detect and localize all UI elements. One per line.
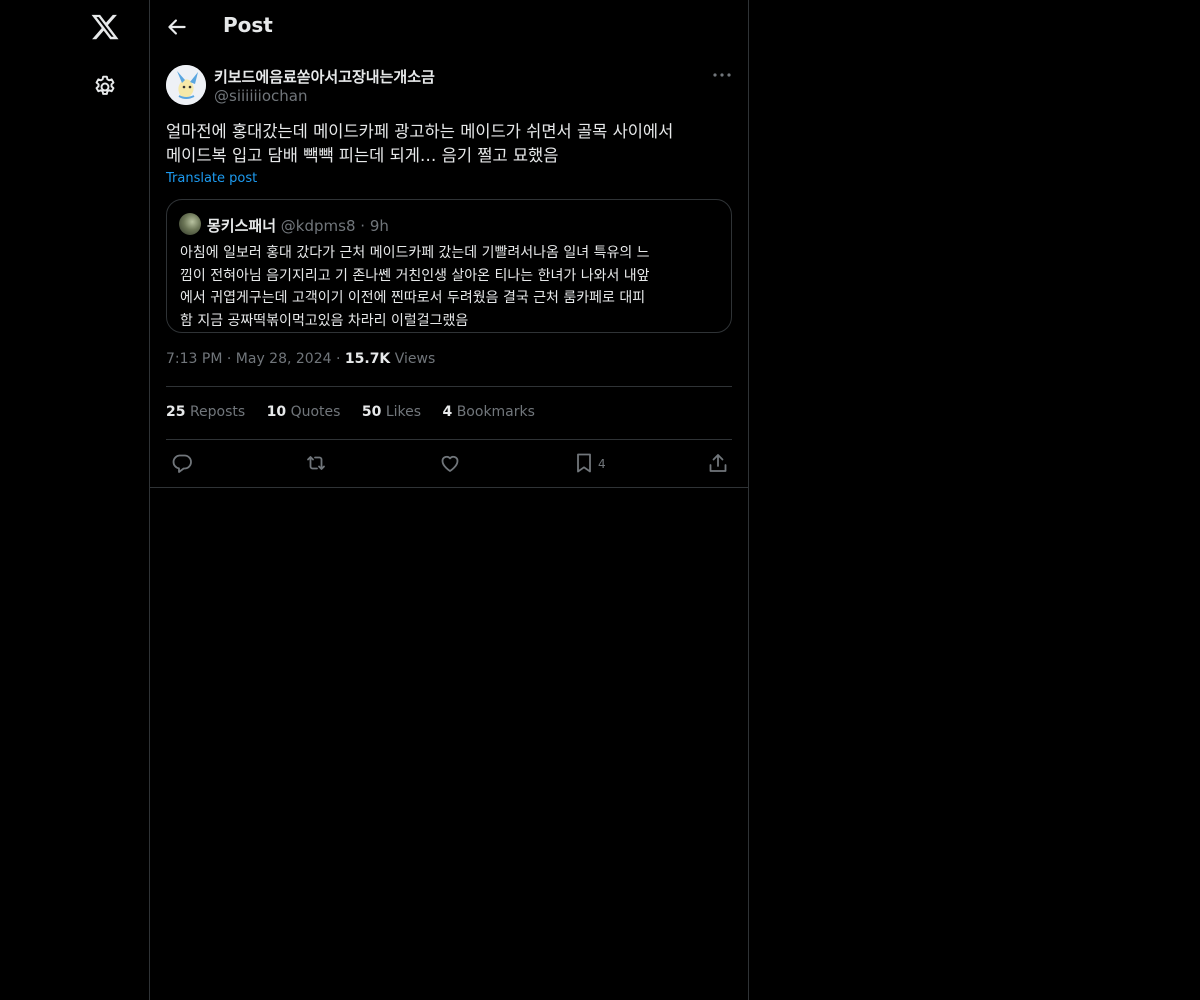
- x-logo-icon[interactable]: [90, 12, 120, 42]
- post-column: Post 키보드에음료쏟아서고장내는개소금 @siiiiiiochan 얼마전에…: [149, 0, 749, 1000]
- quoted-author-name: 몽키스패너: [207, 217, 277, 235]
- quoted-text-line: 아침에 일보러 홍대 갔다가 근처 메이드카페 갔는데 기빨려서나옴 일녀 특유…: [180, 245, 650, 261]
- meta-separator: ·: [335, 351, 341, 367]
- post-text-line: 얼마전에 홍대갔는데 메이드카페 광고하는 메이드가 쉬면서 골목 사이에서: [166, 122, 674, 141]
- bookmarks-count: 4: [442, 404, 453, 420]
- author-handle[interactable]: @siiiiiiochan: [214, 87, 307, 105]
- bookmark-count: 4: [598, 457, 606, 471]
- post-date[interactable]: May 28, 2024: [236, 351, 332, 367]
- share-icon[interactable]: [706, 451, 730, 475]
- likes-label: Likes: [385, 404, 422, 420]
- divider: [166, 439, 732, 440]
- post-text-line: 메이드복 입고 담배 빽빽 피는데 되게… 음기 쩔고 묘했음: [166, 146, 559, 165]
- quoted-text-line: 에서 귀엽게구는데 고객이기 이전에 찐따로서 두려웠음 결국 근처 룸카페로 …: [180, 290, 646, 306]
- like-icon[interactable]: [438, 451, 462, 475]
- page: Post 키보드에음료쏟아서고장내는개소금 @siiiiiiochan 얼마전에…: [0, 0, 1200, 1000]
- back-arrow-icon[interactable]: [164, 14, 190, 40]
- quoted-author-handle: @kdpms8: [280, 217, 356, 235]
- author-name[interactable]: 키보드에음료쏟아서고장내는개소금: [214, 66, 435, 87]
- post-text: 얼마전에 홍대갔는데 메이드카페 광고하는 메이드가 쉬면서 골목 사이에서 메…: [166, 120, 732, 168]
- likes-count: 50: [361, 404, 382, 420]
- more-icon[interactable]: [710, 64, 734, 88]
- quoted-post[interactable]: 몽키스패너 @kdpms8 · 9h 아침에 일보러 홍대 갔다가 근처 메이드…: [166, 199, 732, 333]
- divider: [150, 487, 748, 488]
- reposts-label: Reposts: [189, 404, 246, 420]
- reply-icon[interactable]: [170, 451, 194, 475]
- engagement-stats: 25 Reposts 10 Quotes 50 Likes 4 Bookmark…: [166, 404, 552, 420]
- translate-post-link[interactable]: Translate post: [166, 171, 257, 186]
- quoted-text: 아침에 일보러 홍대 갔다가 근처 메이드카페 갔는데 기빨려서나옴 일녀 특유…: [180, 242, 720, 332]
- quotes-stat[interactable]: 10 Quotes: [267, 404, 341, 420]
- views-label: Views: [394, 351, 436, 367]
- post-header: Post: [150, 0, 748, 53]
- left-nav: [0, 0, 149, 1000]
- repost-icon[interactable]: [304, 451, 328, 475]
- quoted-separator: ·: [360, 217, 366, 235]
- bookmarks-stat[interactable]: 4 Bookmarks: [443, 404, 535, 420]
- quoted-header: 몽키스패너 @kdpms8 · 9h: [207, 215, 389, 236]
- bookmarks-label: Bookmarks: [456, 404, 535, 420]
- avatar[interactable]: [166, 65, 206, 105]
- reposts-stat[interactable]: 25 Reposts: [166, 404, 245, 420]
- page-title: Post: [223, 13, 273, 37]
- meta-separator: ·: [226, 351, 232, 367]
- likes-stat[interactable]: 50 Likes: [362, 404, 421, 420]
- post-time[interactable]: 7:13 PM: [166, 351, 222, 367]
- reposts-count: 25: [166, 404, 186, 420]
- bookmark-icon[interactable]: [572, 451, 596, 475]
- gear-icon[interactable]: [92, 74, 118, 100]
- quoted-age: 9h: [369, 217, 389, 235]
- quotes-label: Quotes: [290, 404, 341, 420]
- quoted-text-line: 낌이 전혀아님 음기지리고 기 존나쎈 거친인생 살아온 티나는 한녀가 나와서…: [180, 267, 650, 284]
- quoted-avatar: [179, 213, 201, 235]
- views-count: 15.7K: [344, 351, 391, 367]
- divider: [166, 386, 732, 387]
- post-meta: 7:13 PM · May 28, 2024 · 15.7K Views: [166, 351, 435, 367]
- quoted-text-line: 함 지금 공짜떡볶이먹고있음 차라리 이럴걸그랬음: [180, 312, 469, 329]
- quotes-count: 10: [266, 404, 287, 420]
